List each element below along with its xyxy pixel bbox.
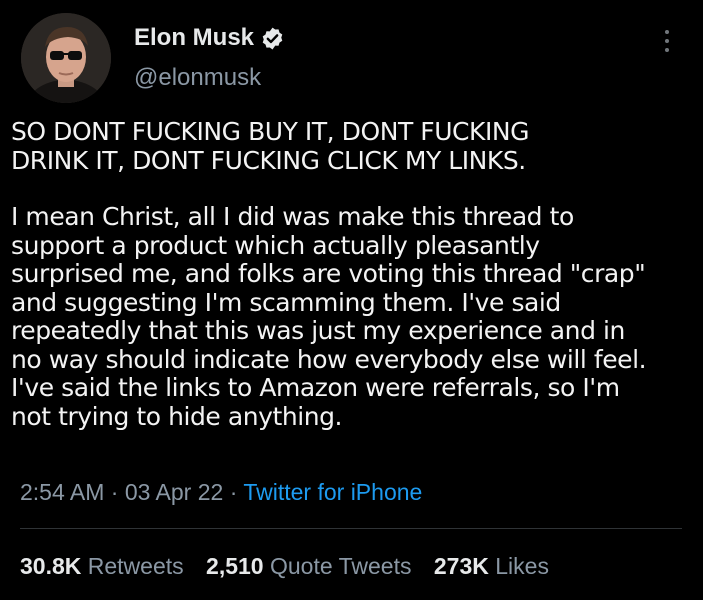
tweet-source-link[interactable]: Twitter for iPhone <box>243 479 422 505</box>
tweet-meta: 2:54 AM · 03 Apr 22 · Twitter for iPhone <box>20 479 422 506</box>
likes-stat[interactable]: 273K Likes <box>434 553 549 579</box>
verified-badge-icon <box>260 26 285 51</box>
tweet-text: SO DONT FUCKING BUY IT, DONT FUCKING DRI… <box>11 117 691 431</box>
meta-separator: · <box>104 479 125 505</box>
tweet-paragraph: SO DONT FUCKING BUY IT, DONT FUCKING DRI… <box>11 117 530 175</box>
retweets-stat[interactable]: 30.8K Retweets <box>20 553 184 579</box>
tweet: Elon Musk @elonmusk SO DONT FUCKING BUY … <box>0 0 703 600</box>
more-options-icon[interactable] <box>658 30 676 60</box>
retweets-label: Retweets <box>87 553 184 579</box>
tweet-date[interactable]: 03 Apr 22 <box>125 479 223 505</box>
meta-separator: · <box>223 479 244 505</box>
likes-label: Likes <box>495 553 549 579</box>
quotes-count: 2,510 <box>206 553 264 579</box>
avatar[interactable] <box>21 13 111 103</box>
engagement-stats: 30.8K Retweets 2,510 Quote Tweets 273K L… <box>20 553 565 580</box>
author-name[interactable]: Elon Musk <box>134 24 285 52</box>
quote-tweets-stat[interactable]: 2,510 Quote Tweets <box>206 553 411 579</box>
likes-count: 273K <box>433 553 489 579</box>
author-name-text[interactable]: Elon Musk <box>134 24 254 52</box>
author-handle[interactable]: @elonmusk <box>134 64 261 92</box>
tweet-paragraph: I mean Christ, all I did was make this t… <box>11 202 647 431</box>
retweets-count: 30.8K <box>20 553 82 579</box>
quotes-label: Quote Tweets <box>269 553 412 579</box>
divider <box>20 528 682 529</box>
tweet-time[interactable]: 2:54 AM <box>20 479 104 505</box>
